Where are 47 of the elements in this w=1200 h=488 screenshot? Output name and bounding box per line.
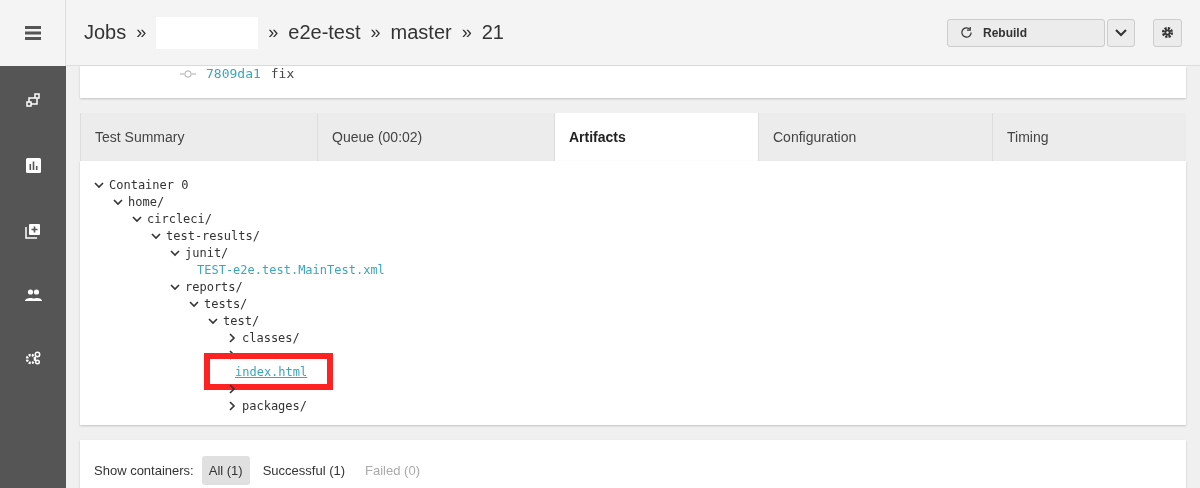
folder-name[interactable]: junit/ <box>185 245 229 260</box>
filter-option[interactable]: All (1) <box>201 455 250 485</box>
filter-label: Show containers: <box>94 462 194 478</box>
menu-icon[interactable] <box>24 26 41 40</box>
folder-name[interactable]: reports/ <box>185 279 243 294</box>
folder-name[interactable]: Container 0 <box>109 177 189 192</box>
breadcrumb-link[interactable]: Jobs <box>84 21 127 44</box>
breadcrumb-separator: » <box>461 22 472 43</box>
folder-name[interactable]: test-results/ <box>166 228 260 243</box>
commit-message: fix <box>270 66 295 81</box>
folder-name[interactable]: packages/ <box>242 398 308 413</box>
folder-name[interactable]: circleci/ <box>147 211 213 226</box>
rebuild-button[interactable]: Rebuild <box>947 18 1105 47</box>
refresh-icon <box>960 26 973 39</box>
breadcrumb-link[interactable]: master <box>390 21 452 44</box>
chevron-down-icon[interactable] <box>113 196 123 207</box>
chart-icon[interactable] <box>25 158 41 173</box>
team-icon[interactable] <box>24 289 42 301</box>
chevron-down-icon[interactable] <box>170 247 180 258</box>
chevron-right-icon[interactable] <box>227 400 237 411</box>
commit-icon <box>180 70 196 78</box>
settings-icon[interactable] <box>25 351 41 365</box>
breadcrumb-link[interactable]: e2e-test <box>288 21 361 44</box>
folder-name[interactable]: home/ <box>128 194 165 209</box>
tab[interactable]: Artifacts <box>554 113 758 161</box>
breadcrumb-separator: » <box>268 22 279 43</box>
filter-option[interactable]: Successful (1) <box>255 455 353 485</box>
chevron-down-icon[interactable] <box>208 315 218 326</box>
breadcrumb-separator: » <box>136 22 147 43</box>
breadcrumb-link[interactable]: 21 <box>481 21 504 44</box>
workflow-icon[interactable] <box>25 92 41 108</box>
folder-name[interactable]: tests/ <box>204 296 248 311</box>
folder-name[interactable]: test/ <box>223 313 260 328</box>
dropdown-button[interactable] <box>1107 18 1135 47</box>
chevron-down-icon[interactable] <box>170 281 180 292</box>
chevron-right-icon[interactable] <box>227 332 237 343</box>
settings-button[interactable] <box>1153 18 1182 47</box>
chevron-down-icon[interactable] <box>94 179 104 190</box>
chevron-down-icon[interactable] <box>132 213 142 224</box>
breadcrumb-separator: » <box>370 22 381 43</box>
add-project-icon[interactable] <box>25 223 41 239</box>
chevron-down-icon[interactable] <box>189 298 199 309</box>
folder-name[interactable]: classes/ <box>242 330 300 345</box>
chevron-right-icon[interactable] <box>227 383 237 394</box>
gear-icon <box>1161 26 1174 39</box>
chevron-down-icon <box>1115 28 1127 37</box>
chevron-down-icon[interactable] <box>151 230 161 241</box>
